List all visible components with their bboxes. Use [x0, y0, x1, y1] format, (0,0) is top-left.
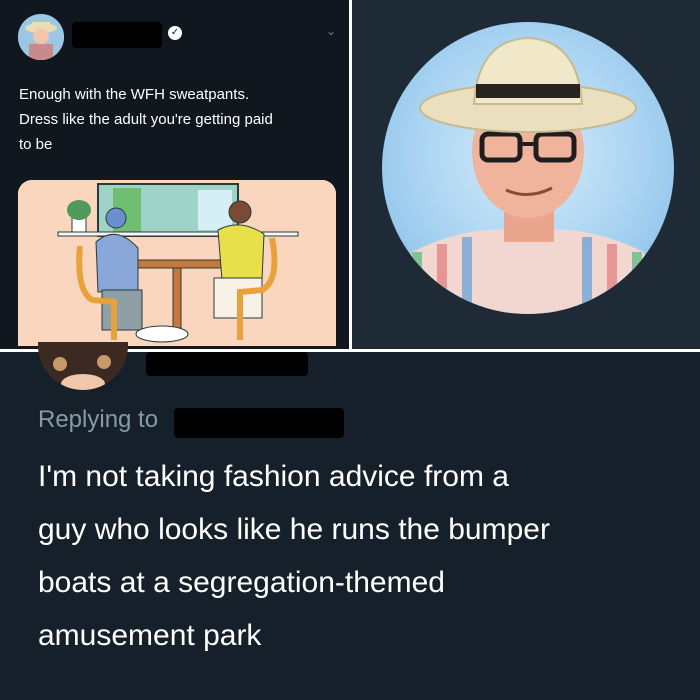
- reply-text-line: guy who looks like he runs the bumper: [38, 513, 550, 546]
- reply-panel: Replying to I'm not taking fashion advic…: [0, 342, 700, 700]
- tweet-text-line: Enough with the WFH sweatpants.: [19, 86, 250, 103]
- profile-photo: [382, 22, 674, 314]
- tweet-text-line: to be: [19, 136, 53, 153]
- profile-photo-panel: [352, 0, 700, 349]
- chevron-down-icon[interactable]: ⌄: [326, 24, 336, 38]
- tweet-text: Enough with the WFH sweatpants. Dress li…: [19, 82, 339, 157]
- author-name-redaction: [72, 22, 162, 48]
- replying-to-label: Replying to: [38, 406, 159, 433]
- tweet-text-line: Dress like the adult you're getting paid: [19, 111, 273, 128]
- replier-name-redaction: [146, 352, 308, 376]
- reply-text: I'm not taking fashion advice from a guy…: [38, 450, 678, 662]
- reply-text-line: boats at a segregation-themed: [38, 566, 445, 599]
- tweet-image-card[interactable]: [18, 180, 336, 346]
- verified-badge-icon: ✓: [168, 26, 182, 40]
- author-avatar[interactable]: [18, 14, 64, 60]
- original-tweet-panel: ✓ ⌄ Enough with the WFH sweatpants. Dres…: [0, 0, 349, 349]
- reply-text-line: I'm not taking fashion advice from a: [38, 460, 509, 493]
- replying-to-line: Replying to: [38, 406, 158, 434]
- replying-to-handle-redaction[interactable]: [174, 408, 344, 438]
- reply-text-line: amusement park: [38, 619, 262, 652]
- illustration-couple-at-table: [18, 180, 336, 346]
- replier-avatar[interactable]: [38, 342, 128, 390]
